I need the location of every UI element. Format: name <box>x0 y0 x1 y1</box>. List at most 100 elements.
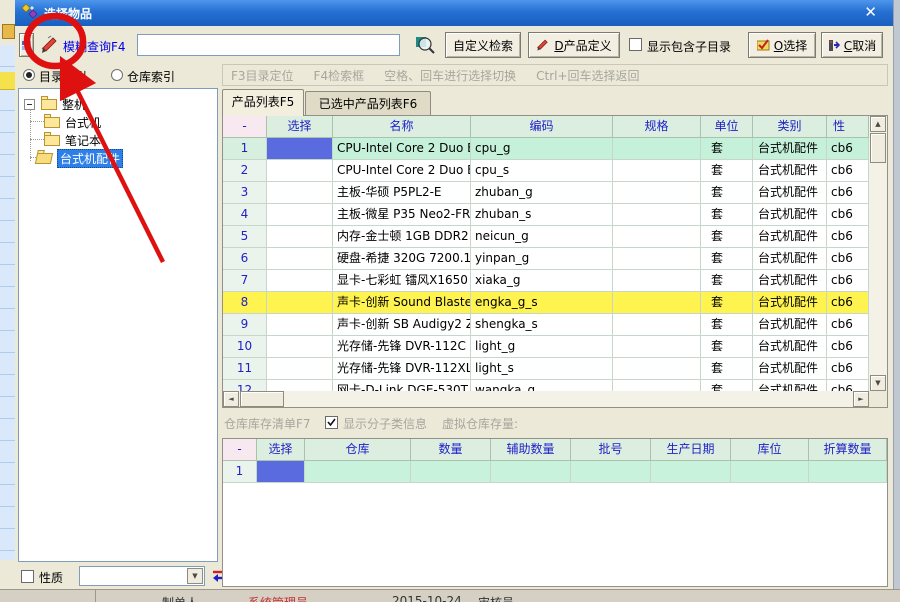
product-row[interactable]: 4 主板-微星 P35 Neo2-FR zhuban_s 套 台式机配件 cb6 <box>223 204 869 226</box>
nature-cell[interactable]: cb6 <box>827 182 869 204</box>
collapse-icon[interactable] <box>24 99 35 110</box>
spec-cell[interactable] <box>613 204 701 226</box>
code-cell[interactable]: zhuban_g <box>471 182 613 204</box>
mini-grid-button[interactable] <box>19 33 34 57</box>
unit-cell[interactable]: 套 <box>701 314 753 336</box>
nature-cell[interactable]: cb6 <box>827 248 869 270</box>
tree-item-label[interactable]: 台式机 <box>65 114 101 131</box>
name-cell[interactable]: 硬盘-希捷 320G 7200.10 <box>333 248 471 270</box>
show-sub-checkbox-checked[interactable] <box>325 416 338 429</box>
search-input[interactable] <box>137 34 400 56</box>
nature-cell[interactable]: cb6 <box>827 336 869 358</box>
name-cell[interactable]: CPU-Intel Core 2 Duo E <box>333 138 471 160</box>
product-row[interactable]: 5 内存-金士顿 1GB DDR2 neicun_g 套 台式机配件 cb6 <box>223 226 869 248</box>
category-cell[interactable]: 台式机配件 <box>753 380 827 391</box>
nature-cell[interactable]: cb6 <box>827 314 869 336</box>
nature-cell[interactable]: cb6 <box>827 358 869 380</box>
scroll-down-icon[interactable]: ▼ <box>870 375 886 391</box>
select-cell[interactable] <box>267 314 333 336</box>
product-row-highlighted[interactable]: 8 声卡-创新 Sound Blaster engka_g_s 套 台式机配件 … <box>223 292 869 314</box>
tree-item-label[interactable]: 笔记本 <box>65 132 101 149</box>
product-row[interactable]: 6 硬盘-希捷 320G 7200.10 yinpan_g 套 台式机配件 cb… <box>223 248 869 270</box>
custom-search-button[interactable]: 自定义检索 <box>445 32 521 58</box>
category-cell[interactable]: 台式机配件 <box>753 358 827 380</box>
name-cell[interactable]: 网卡-D-Link DGE-530T <box>333 380 471 391</box>
unit-cell[interactable]: 套 <box>701 336 753 358</box>
spec-cell[interactable] <box>613 160 701 182</box>
spec-cell[interactable] <box>613 380 701 391</box>
prod-date-cell[interactable] <box>651 461 731 483</box>
name-cell[interactable]: 主板-微星 P35 Neo2-FR <box>333 204 471 226</box>
location-cell[interactable] <box>731 461 809 483</box>
tree-item-desktop[interactable]: 台式机 <box>44 113 101 131</box>
code-cell[interactable]: engka_g_s <box>471 292 613 314</box>
nature-cell[interactable]: cb6 <box>827 270 869 292</box>
select-cell[interactable] <box>267 358 333 380</box>
product-row[interactable]: 12 网卡-D-Link DGE-530T wangka_g 套 台式机配件 c… <box>223 380 869 391</box>
select-cell[interactable] <box>267 226 333 248</box>
category-cell[interactable]: 台式机配件 <box>753 270 827 292</box>
unit-cell[interactable]: 套 <box>701 380 753 391</box>
select-cell[interactable] <box>267 204 333 226</box>
vertical-scrollbar[interactable]: ▲ ▼ <box>869 116 887 391</box>
tree-item-notebook[interactable]: 笔记本 <box>44 131 101 149</box>
horizontal-scrollbar[interactable]: ◄ ► <box>223 391 869 407</box>
qty-cell[interactable] <box>411 461 491 483</box>
stock-row[interactable]: 1 <box>223 461 887 483</box>
category-cell[interactable]: 台式机配件 <box>753 226 827 248</box>
name-cell[interactable]: 内存-金士顿 1GB DDR2 <box>333 226 471 248</box>
tree-item-label-selected[interactable]: 台式机配件 <box>57 149 123 168</box>
code-cell[interactable]: light_s <box>471 358 613 380</box>
select-cell-current[interactable] <box>257 461 305 483</box>
unit-cell[interactable]: 套 <box>701 358 753 380</box>
scroll-right-icon[interactable]: ► <box>853 391 869 407</box>
code-cell[interactable]: light_g <box>471 336 613 358</box>
code-cell[interactable]: yinpan_g <box>471 248 613 270</box>
select-cell[interactable] <box>267 270 333 292</box>
name-cell[interactable]: 声卡-创新 SB Audigy2 Z <box>333 314 471 336</box>
select-cell[interactable] <box>267 248 333 270</box>
vertical-scroll-thumb[interactable] <box>870 133 886 163</box>
select-cell[interactable] <box>267 182 333 204</box>
tab-selected-products[interactable]: 已选中产品列表F6 <box>305 91 431 115</box>
warehouse-cell[interactable] <box>305 461 411 483</box>
category-cell[interactable]: 台式机配件 <box>753 248 827 270</box>
tree-item-desktop-parts[interactable]: 台式机配件 <box>36 149 123 167</box>
unit-cell[interactable]: 套 <box>701 182 753 204</box>
category-cell[interactable]: 台式机配件 <box>753 336 827 358</box>
spec-cell[interactable] <box>613 314 701 336</box>
category-cell[interactable]: 台式机配件 <box>753 182 827 204</box>
unit-cell[interactable]: 套 <box>701 160 753 182</box>
name-cell[interactable]: 显卡-七彩虹 镭风X1650 <box>333 270 471 292</box>
spec-cell[interactable] <box>613 138 701 160</box>
spec-cell[interactable] <box>613 226 701 248</box>
tree-item-root[interactable]: 整机 <box>24 95 86 113</box>
category-cell[interactable]: 台式机配件 <box>753 160 827 182</box>
category-cell[interactable]: 台式机配件 <box>753 292 827 314</box>
select-cell[interactable] <box>267 380 333 391</box>
warehouse-index-radio[interactable] <box>111 69 123 81</box>
name-cell[interactable]: 声卡-创新 Sound Blaster <box>333 292 471 314</box>
nature-cell[interactable]: cb6 <box>827 226 869 248</box>
unit-cell[interactable]: 套 <box>701 270 753 292</box>
directory-index-radio[interactable] <box>23 69 35 81</box>
cancel-button[interactable]: C取消 <box>821 32 883 58</box>
name-cell[interactable]: 光存储-先锋 DVR-112C <box>333 336 471 358</box>
code-cell[interactable]: wangka_g <box>471 380 613 391</box>
product-row[interactable]: 11 光存储-先锋 DVR-112XL light_s 套 台式机配件 cb6 <box>223 358 869 380</box>
nature-cell[interactable]: cb6 <box>827 380 869 391</box>
unit-cell[interactable]: 套 <box>701 292 753 314</box>
converted-qty-cell[interactable] <box>809 461 887 483</box>
chevron-down-icon[interactable]: ▼ <box>187 568 203 584</box>
unit-cell[interactable]: 套 <box>701 138 753 160</box>
tab-product-list[interactable]: 产品列表F5 <box>222 89 304 116</box>
nature-combobox[interactable]: ▼ <box>79 566 205 586</box>
product-row[interactable]: 10 光存储-先锋 DVR-112C light_g 套 台式机配件 cb6 <box>223 336 869 358</box>
product-row[interactable]: 1 CPU-Intel Core 2 Duo E cpu_g 套 台式机配件 c… <box>223 138 869 160</box>
category-cell[interactable]: 台式机配件 <box>753 138 827 160</box>
tree-item-label[interactable]: 整机 <box>62 96 86 113</box>
spec-cell[interactable] <box>613 248 701 270</box>
show-subdir-checkbox[interactable] <box>629 38 642 51</box>
spec-cell[interactable] <box>613 336 701 358</box>
category-cell[interactable]: 台式机配件 <box>753 314 827 336</box>
